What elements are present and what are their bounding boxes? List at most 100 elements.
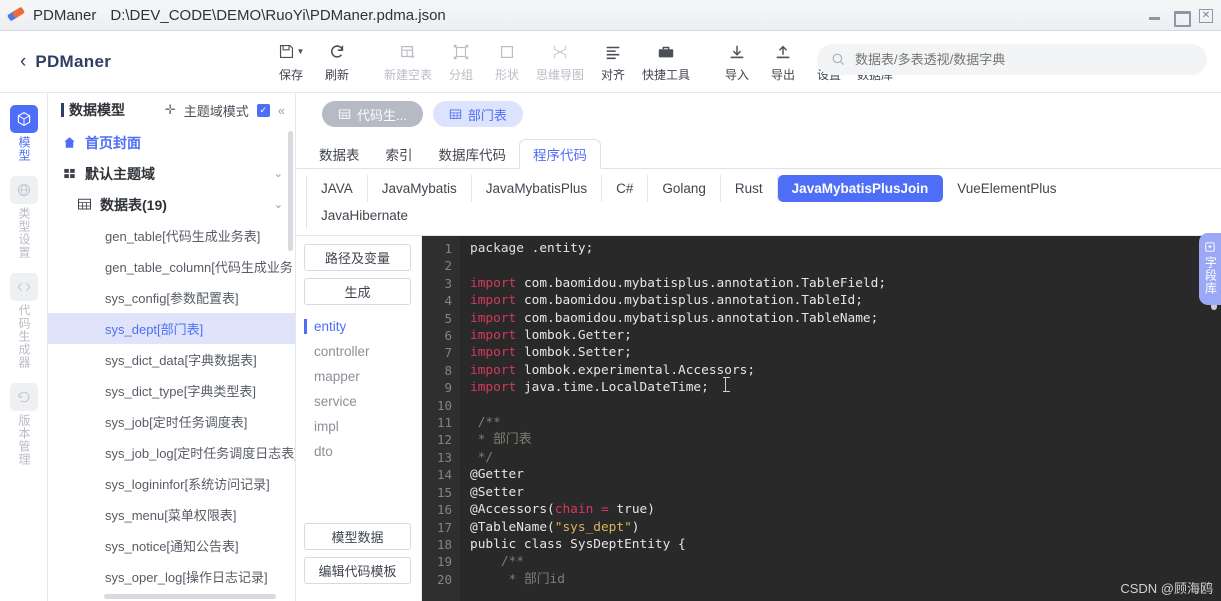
- toolbar-group[interactable]: 分组: [438, 41, 484, 83]
- toolbar-quicktools[interactable]: 快捷工具: [636, 41, 696, 83]
- model-tree-body[interactable]: 首页封面 默认主题域 ⌄ 数据表(19) ⌄ gen_table[代码生成业务表…: [48, 127, 295, 601]
- package-item-dto[interactable]: dto: [304, 439, 411, 464]
- paths-variables-button[interactable]: 路径及变量: [304, 244, 411, 271]
- edit-code-template-button[interactable]: 编辑代码模板: [304, 557, 411, 584]
- title-bar: PDManer D:\DEV_CODE\DEMO\RuoYi\PDManer.p…: [0, 0, 1221, 31]
- lang-javamybatisplus[interactable]: JavaMybatisPlus: [472, 175, 603, 202]
- package-item-impl[interactable]: impl: [304, 414, 411, 439]
- toolbar-new-table[interactable]: 新建空表: [378, 41, 438, 83]
- tree-item-label: sys_dept[部门表]: [105, 322, 204, 337]
- lang-javamybatis[interactable]: JavaMybatis: [368, 175, 472, 202]
- model-tree-title: 数据模型: [69, 102, 125, 118]
- minimize-button[interactable]: [1147, 9, 1162, 23]
- subject-mode-label: 主题域模式: [183, 103, 249, 119]
- search-input[interactable]: [855, 52, 1175, 67]
- toolbar-align[interactable]: 对齐: [590, 41, 636, 83]
- toolbar-import[interactable]: 导入: [714, 41, 760, 83]
- close-button[interactable]: ✕: [1199, 8, 1213, 23]
- tree-item-sys-dept[interactable]: sys_dept[部门表]: [48, 313, 295, 344]
- package-label: controller: [314, 344, 370, 359]
- tab-label: 数据表: [319, 148, 360, 163]
- open-tab-code-gen[interactable]: 代码生...: [322, 101, 423, 127]
- open-tabs-bar: 代码生... 部门表: [296, 93, 1221, 135]
- tree-item-sys-dict-type[interactable]: sys_dict_type[字典类型表]: [48, 375, 295, 406]
- tree-item-sys-oper-log[interactable]: sys_oper_log[操作日志记录]: [48, 561, 295, 592]
- model-data-button[interactable]: 模型数据: [304, 523, 411, 550]
- toolbar-refresh[interactable]: 刷新: [314, 41, 360, 83]
- lang-rust[interactable]: Rust: [721, 175, 778, 202]
- detail-subtabs: 数据表 索引 数据库代码 程序代码: [296, 135, 1221, 169]
- chevron-down-icon[interactable]: ▼: [297, 47, 305, 56]
- package-item-service[interactable]: service: [304, 389, 411, 414]
- package-item-mapper[interactable]: mapper: [304, 364, 411, 389]
- lang-java[interactable]: JAVA: [306, 175, 368, 202]
- lang-label: JavaMybatisPlusJoin: [791, 181, 929, 196]
- tab-db-code[interactable]: 数据库代码: [426, 140, 520, 168]
- tree-item-sys-notice[interactable]: sys_notice[通知公告表]: [48, 530, 295, 561]
- rail-item-model[interactable]: 模型: [4, 105, 44, 162]
- package-label: entity: [314, 319, 347, 334]
- tree-item-home-cover[interactable]: 首页封面: [48, 127, 295, 158]
- tree-item-sys-job-log[interactable]: sys_job_log[定时任务调度日志表]: [48, 437, 295, 468]
- tree-item-tables-group[interactable]: 数据表(19) ⌄: [48, 189, 295, 220]
- maximize-button[interactable]: [1173, 9, 1191, 27]
- tab-program-code[interactable]: 程序代码: [519, 139, 601, 169]
- tree-item-sys-logininfor[interactable]: sys_logininfor[系统访问记录]: [48, 468, 295, 499]
- package-item-controller[interactable]: controller: [304, 339, 411, 364]
- import-icon: [728, 41, 746, 63]
- open-tab-dept-table[interactable]: 部门表: [432, 101, 523, 127]
- app-body: 模型 类型设置 代码生成器 版本管理 数据模型 ✛ 主题域模式 ✓ « 首页封面…: [0, 93, 1221, 601]
- lang-csharp[interactable]: C#: [602, 175, 649, 202]
- search-icon: [831, 52, 846, 67]
- tab-data-table[interactable]: 数据表: [306, 140, 373, 168]
- collapse-icon[interactable]: «: [278, 103, 285, 118]
- global-search[interactable]: [817, 44, 1207, 75]
- toolbar-export[interactable]: 导出: [760, 41, 806, 83]
- tree-item-label: sys_menu[菜单权限表]: [105, 508, 237, 523]
- check-icon: ✓: [259, 104, 268, 115]
- package-item-entity[interactable]: entity: [304, 314, 411, 339]
- rail-item-code-generator[interactable]: 代码生成器: [4, 273, 44, 369]
- table-icon: [338, 108, 351, 121]
- tree-item-sys-menu[interactable]: sys_menu[菜单权限表]: [48, 499, 295, 530]
- tab-label: 程序代码: [533, 148, 587, 163]
- tree-vertical-scrollbar[interactable]: [288, 131, 293, 251]
- toolbox-icon: [657, 41, 675, 63]
- lang-javamybatisplusjoin[interactable]: JavaMybatisPlusJoin: [777, 175, 944, 202]
- tree-item-sys-job[interactable]: sys_job[定时任务调度表]: [48, 406, 295, 437]
- lang-vueelementplus[interactable]: VueElementPlus: [943, 175, 1070, 202]
- lang-golang[interactable]: Golang: [648, 175, 721, 202]
- generate-button[interactable]: 生成: [304, 278, 411, 305]
- toolbar-save[interactable]: ▼ 保存: [268, 41, 314, 83]
- tree-item-gen-table-column[interactable]: gen_table_column[代码生成业务: [48, 251, 295, 282]
- field-library-tab[interactable]: 字段库: [1199, 233, 1221, 305]
- editor-code-content[interactable]: package .entity; import com.baomidou.myb…: [460, 236, 1221, 601]
- lang-label: JAVA: [321, 181, 353, 196]
- title-accent-bar: [61, 103, 64, 117]
- language-selector: JAVA JavaMybatis JavaMybatisPlus C# Gola…: [296, 169, 1221, 236]
- tree-item-sys-dict-data[interactable]: sys_dict_data[字典数据表]: [48, 344, 295, 375]
- package-label: impl: [314, 419, 339, 434]
- subject-mode-checkbox[interactable]: ✓: [256, 103, 270, 117]
- tab-index[interactable]: 索引: [373, 140, 426, 168]
- code-editor[interactable]: 1 2 3 4 5 6 7 8 9 10 11 12 13 14 15 16 17 18 19 20 package …: [422, 236, 1221, 601]
- tree-item-gen-table[interactable]: gen_table[代码生成业务表]: [48, 220, 295, 251]
- rail-item-version-management[interactable]: 版本管理: [4, 383, 44, 466]
- add-icon[interactable]: ✛: [165, 102, 176, 118]
- brand-area[interactable]: ‹ PDManer: [0, 52, 268, 72]
- lang-javahibernate[interactable]: JavaHibernate: [306, 202, 422, 229]
- tree-item-label: sys_dict_type[字典类型表]: [105, 384, 256, 399]
- tree-item-sys-config[interactable]: sys_config[参数配置表]: [48, 282, 295, 313]
- toolbar-shape[interactable]: 形状: [484, 41, 530, 83]
- toolbar-mindmap[interactable]: 思维导图: [530, 41, 590, 83]
- tab-label: 索引: [385, 148, 413, 163]
- lang-label: JavaHibernate: [321, 208, 409, 223]
- app-header: ‹ PDManer ▼ 保存 刷新 新建空表 分组 形状 思维导图 对齐 快捷工…: [0, 31, 1221, 93]
- tree-item-label: sys_oper_log[操作日志记录]: [105, 570, 268, 585]
- package-label: service: [314, 394, 357, 409]
- tree-horizontal-scrollbar[interactable]: [104, 594, 276, 599]
- tree-item-default-domain[interactable]: 默认主题域 ⌄: [48, 158, 295, 189]
- rail-item-type-settings[interactable]: 类型设置: [4, 176, 44, 259]
- back-chevron-icon[interactable]: ‹: [20, 52, 26, 71]
- watermark: CSDN @顾海鸥: [1120, 581, 1213, 596]
